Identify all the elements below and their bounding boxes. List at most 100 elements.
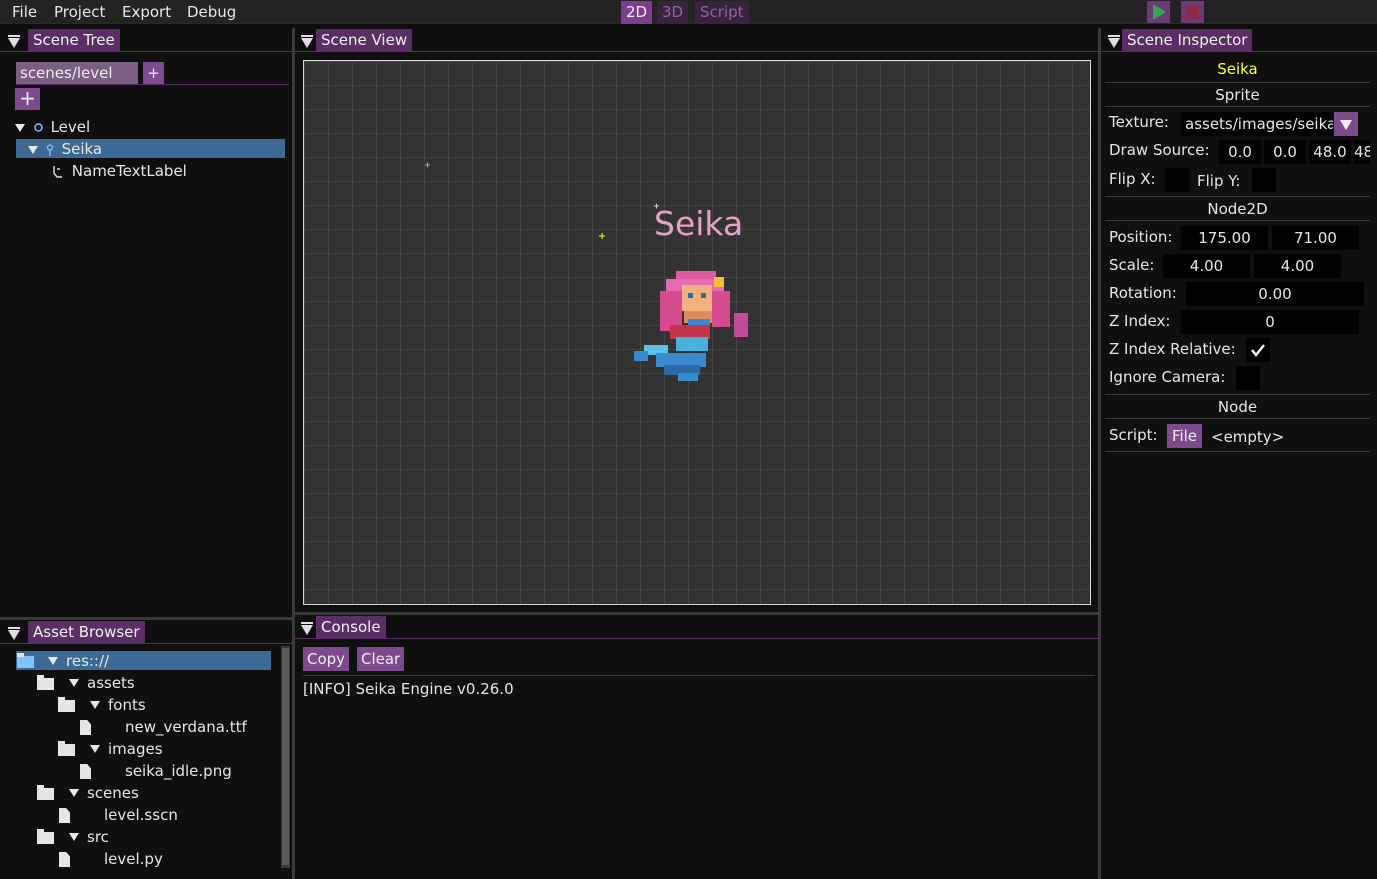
asset-item-level-sscn[interactable]: level.sscn [16,805,271,825]
scene-inspector-header: Scene Inspector [1101,28,1377,52]
draw-source-h-field[interactable]: 48.0 [1354,140,1370,164]
asset-item-src[interactable]: src [16,827,271,847]
z-index-relative-checkbox[interactable] [1246,338,1270,362]
expand-icon [90,701,100,709]
console-divider [303,675,1095,676]
expand-icon [90,745,100,753]
tree-node-seika[interactable]: Seika [16,139,285,158]
mode-2d-button[interactable]: 2D [621,1,653,24]
folder-icon [37,675,54,690]
tab-divider [16,84,289,85]
asset-item-seika-idle[interactable]: seika_idle.png [16,761,271,781]
z-index-field[interactable]: 0 [1181,310,1359,334]
menu-file[interactable]: File [12,3,37,21]
asset-label: fonts [108,696,146,714]
draw-source-x-field[interactable]: 0.0 [1219,140,1261,164]
asset-item-new-verdana[interactable]: new_verdana.ttf [16,717,271,737]
console-clear-button[interactable]: Clear [357,647,405,671]
play-icon [1153,4,1166,20]
asset-label: new_verdana.ttf [125,718,247,736]
asset-item-res[interactable]: res::// [16,651,271,671]
scene-tree-header: Scene Tree [0,28,292,52]
z-index-relative-label: Z Index Relative: [1109,340,1236,358]
expand-icon [69,679,79,687]
asset-item-assets[interactable]: assets [16,673,271,693]
circle-icon [34,123,43,132]
asset-scrollbar[interactable] [281,646,290,868]
draw-source-label: Draw Source: [1109,141,1210,159]
seika-sprite [634,271,748,381]
file-icon [59,852,70,867]
folder-icon [37,785,54,800]
chevron-down-icon [1340,120,1352,130]
scale-x-field[interactable]: 4.00 [1163,254,1250,278]
scene-tab[interactable]: scenes/level [16,62,138,84]
folder-icon [37,829,54,844]
node-section-header[interactable]: Node [1105,394,1370,419]
mode-3d-button[interactable]: 3D [657,1,689,24]
splitter-left[interactable] [292,28,295,879]
menu-debug[interactable]: Debug [187,3,236,21]
flip-x-checkbox[interactable] [1165,168,1189,192]
rotation-field[interactable]: 0.00 [1186,282,1364,306]
file-icon [80,720,91,735]
draw-source-w-field[interactable]: 48.0 [1309,140,1351,164]
origin-marker-icon [425,162,430,168]
collapse-arrow-icon[interactable] [301,622,313,635]
menu-export[interactable]: Export [122,3,171,21]
scrollbar-thumb[interactable] [282,648,289,865]
mode-script-button[interactable]: Script [695,1,749,24]
name-text-label: Seika [654,204,744,243]
asset-browser-title: Asset Browser [28,621,145,644]
asset-label: assets [87,674,135,692]
sprite-icon [46,143,53,156]
console-copy-button[interactable]: Copy [303,647,350,671]
scene-viewport[interactable]: Seika [303,60,1091,605]
play-button[interactable] [1147,1,1170,23]
folder-icon [58,741,75,756]
asset-label: images [108,740,163,758]
tree-node-label: Level [50,118,91,136]
texture-dropdown-button[interactable] [1334,112,1358,136]
tree-node-level[interactable]: Level [15,117,285,137]
expand-icon [69,833,79,841]
splitter-right[interactable] [1098,28,1101,879]
asset-item-level-py[interactable]: level.py [16,849,271,869]
draw-source-y-field[interactable]: 0.0 [1264,140,1306,164]
asset-label: scenes [87,784,139,802]
add-scene-tab-button[interactable]: + [143,62,164,84]
asset-item-images[interactable]: images [16,739,271,759]
z-index-label: Z Index: [1109,312,1171,330]
collapse-arrow-icon[interactable] [301,35,313,48]
asset-item-fonts[interactable]: fonts [16,695,271,715]
collapse-arrow-icon[interactable] [1108,35,1120,48]
asset-browser-header: Asset Browser [0,620,292,644]
scene-inspector-title: Scene Inspector [1122,29,1253,52]
flip-y-checkbox[interactable] [1252,168,1276,192]
scale-y-field[interactable]: 4.00 [1254,254,1341,278]
script-label: Script: [1109,426,1158,444]
ignore-camera-checkbox[interactable] [1236,366,1260,390]
script-file-button[interactable]: File [1167,424,1202,448]
tree-node-name-text-label[interactable]: NameTextLabel [52,161,282,181]
sprite-section-header[interactable]: Sprite [1105,82,1370,107]
add-node-button[interactable]: + [15,88,40,110]
scene-view-header: Scene View [295,28,1098,52]
folder-icon [17,653,34,668]
inspector-divider [1105,451,1370,452]
stop-button[interactable] [1181,1,1204,23]
inspector-node-name: Seika [1217,60,1258,78]
collapse-arrow-icon[interactable] [8,35,20,48]
console-title: Console [316,616,386,639]
texture-field[interactable]: assets/images/seika_idle.png [1181,112,1333,136]
collapse-arrow-icon[interactable] [8,627,20,640]
position-x-field[interactable]: 175.00 [1181,226,1268,250]
position-y-field[interactable]: 71.00 [1272,226,1359,250]
menu-project[interactable]: Project [54,3,105,21]
rotation-label: Rotation: [1109,284,1177,302]
tree-node-label: NameTextLabel [71,162,187,180]
ignore-camera-label: Ignore Camera: [1109,368,1226,386]
asset-item-scenes[interactable]: scenes [16,783,271,803]
position-label: Position: [1109,228,1173,246]
node2d-section-header[interactable]: Node2D [1105,196,1370,221]
